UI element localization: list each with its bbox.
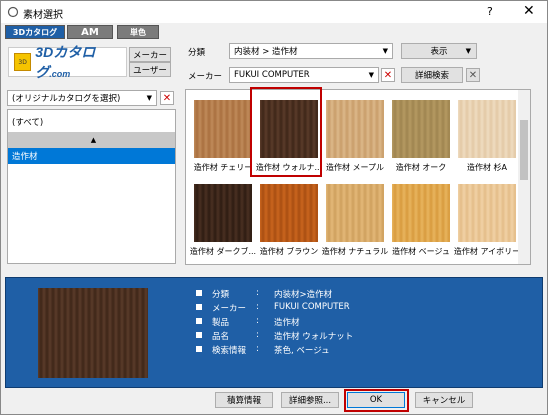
category-select[interactable]: 内装材 > 造作材 ▼ [229,43,393,59]
title-bar: 素材選択 ? ✕ [1,1,547,23]
detail-label: メーカー [212,304,247,314]
user-button[interactable]: ユーザー [129,62,171,77]
detail-separator: : [256,302,259,312]
material-name: 造作材 オーク [395,163,447,172]
selection-highlight [250,87,322,177]
material-name: 造作材 チェリー [193,163,253,172]
category-label: 分類 [188,48,206,58]
material-name: 造作材 ダークブ... [189,247,257,256]
clear-catalog-icon[interactable]: ✕ [160,91,174,105]
detail-separator: : [256,330,259,340]
material-thumbnail[interactable] [326,184,384,242]
material-name: 造作材 ナチュラル [321,247,389,256]
material-thumbnail[interactable] [458,100,516,158]
clear-maker-icon[interactable]: ✕ [381,68,395,82]
display-button[interactable]: 表示 ▼ [401,43,477,59]
material-thumbnail[interactable] [392,184,450,242]
material-name: 造作材 メープル [325,163,385,172]
clear-search-icon[interactable]: ✕ [466,68,480,82]
grid-scrollbar[interactable] [518,90,530,264]
detail-separator: : [256,288,259,298]
detail-separator: : [256,316,259,326]
detail-ref-button[interactable]: 詳細参照... [281,392,339,408]
catalog-select[interactable]: (オリジナルカタログを選択) ▼ [7,90,157,106]
detail-separator: : [256,344,259,354]
detail-value: 造作材 [274,318,300,328]
estimate-button[interactable]: 積算情報 [215,392,273,408]
material-thumbnail[interactable] [194,184,252,242]
material-thumbnail[interactable] [326,100,384,158]
material-name: 造作材 ブラウン [259,247,319,256]
detail-label: 製品 [212,318,230,328]
material-thumbnail[interactable] [260,184,318,242]
catalog-logo[interactable]: 3D 3Dカタログ.com [8,44,127,80]
cancel-button[interactable]: キャンセル [415,392,473,408]
help-icon[interactable]: ? [487,5,493,18]
detail-value: FUKUI COMPUTER [274,302,350,312]
tab-am[interactable]: AM [67,25,113,39]
logo-text: 3Dカタログ.com [35,44,96,80]
logo-mark-icon: 3D [14,53,32,71]
bullet-icon [196,290,202,296]
detail-value: 造作材 ウォルナット [274,332,354,342]
ok-highlight [344,389,409,412]
material-select-dialog: 素材選択 ? ✕ 3Dカタログ AM 単色 3D 3Dカタログ.com メーカー… [0,0,548,415]
material-name: 造作材 杉A [466,163,507,172]
material-thumbnail[interactable] [458,184,516,242]
detail-label: 検索情報 [212,346,247,356]
chevron-down-icon: ▼ [368,71,374,79]
scrollbar-thumb[interactable] [520,120,528,180]
chevron-down-icon: ▼ [382,47,388,55]
detail-panel: 分類: 内装材>造作材メーカー: FUKUI COMPUTER 製品: 造作材品名: 造作… [5,277,543,388]
bullet-icon [196,318,202,324]
close-icon[interactable]: ✕ [523,3,535,19]
tab-3d-catalog[interactable]: 3Dカタログ [5,25,65,39]
bullet-icon [196,332,202,338]
chevron-down-icon: ▼ [146,94,152,102]
material-grid: 造作材 チェリー 造作材 ウォルナ... 造作材 メープル 造作材 オーク 造作材 杉A… [185,89,531,265]
maker-button[interactable]: メーカー [129,47,171,62]
window-title: 素材選択 [23,10,63,21]
detail-value: 内装材>造作材 [274,290,333,300]
tab-single-color[interactable]: 単色 [117,25,159,39]
list-item-zousakuzai[interactable]: 造作材 [8,148,175,164]
category-tree: (すべて) ▲ 造作材 [7,109,176,264]
selected-material-preview [38,288,148,378]
list-group-header[interactable]: ▲ [8,132,175,148]
detail-label: 分類 [212,290,230,300]
bullet-icon [196,304,202,310]
list-item-all[interactable]: (すべて) [8,114,175,130]
material-name: 造作材 ベージュ [392,247,450,256]
detail-value: 茶色, ベージュ [274,346,330,356]
material-thumbnail[interactable] [194,100,252,158]
bullet-icon [196,346,202,352]
maker-label: メーカー [188,72,223,82]
material-thumbnail[interactable] [392,100,450,158]
detail-search-button[interactable]: 詳細検索 [401,67,463,83]
app-icon [7,6,19,18]
maker-select[interactable]: FUKUI COMPUTER ▼ [229,67,379,83]
detail-label: 品名 [212,332,230,342]
material-name: 造作材 アイボリー [453,247,521,256]
